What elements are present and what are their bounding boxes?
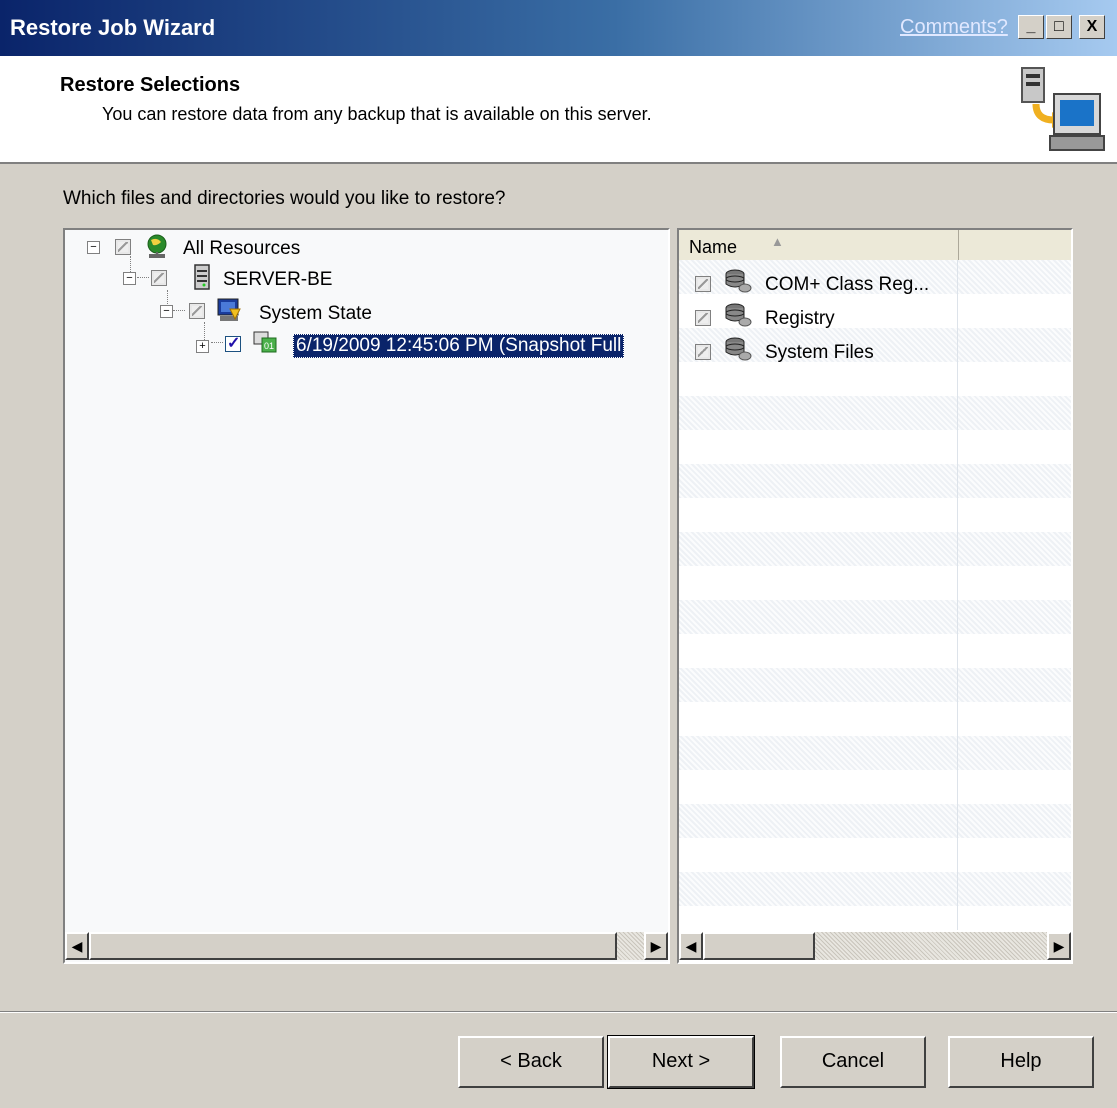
database-icon xyxy=(725,269,752,293)
tree-horizontal-scrollbar[interactable]: ◀ ▶ xyxy=(65,932,668,960)
restore-question: Which files and directories would you li… xyxy=(63,188,506,209)
minimize-button[interactable]: _ xyxy=(1018,15,1044,39)
tree-checkbox[interactable] xyxy=(151,270,167,286)
globe-icon xyxy=(147,234,167,258)
sort-ascending-icon: ▲ xyxy=(771,234,784,249)
tree-checkbox[interactable] xyxy=(189,303,205,319)
list-item[interactable]: Registry xyxy=(679,302,1071,336)
maximize-button[interactable]: □ xyxy=(1046,15,1072,39)
scrollbar-thumb[interactable] xyxy=(89,932,617,960)
scroll-left-icon[interactable]: ◀ xyxy=(65,932,89,960)
collapse-icon[interactable]: − xyxy=(123,272,136,285)
svg-text:01: 01 xyxy=(264,341,274,351)
comments-link[interactable]: Comments? xyxy=(900,16,1008,39)
footer-separator xyxy=(0,1011,1117,1013)
restore-computer-icon xyxy=(1021,67,1105,151)
help-button[interactable]: Help xyxy=(948,1036,1094,1088)
tree-node-label: System State xyxy=(259,303,372,324)
list-header: Name ▲ xyxy=(679,230,1071,261)
expand-icon[interactable]: + xyxy=(196,340,209,353)
list-horizontal-scrollbar[interactable]: ◀ ▶ xyxy=(679,932,1071,960)
contents-list[interactable]: Name ▲ COM+ Class Reg... Registry System… xyxy=(677,228,1073,964)
list-item-label: COM+ Class Reg... xyxy=(765,274,930,295)
close-button[interactable]: X xyxy=(1079,15,1105,39)
wizard-header: Restore Selections You can restore data … xyxy=(0,56,1117,164)
scroll-right-icon[interactable]: ▶ xyxy=(644,932,668,960)
list-checkbox[interactable] xyxy=(695,344,711,360)
backup-set-icon: 01 xyxy=(253,331,277,353)
next-button[interactable]: Next > xyxy=(607,1035,755,1089)
scroll-right-icon[interactable]: ▶ xyxy=(1047,932,1071,960)
list-checkbox[interactable] xyxy=(695,276,711,292)
database-icon xyxy=(725,337,752,361)
page-subtitle: You can restore data from any backup tha… xyxy=(102,104,652,124)
tree-node-label: All Resources xyxy=(183,238,301,259)
column-header-name[interactable]: Name ▲ xyxy=(679,230,959,260)
resource-tree[interactable]: − All Resources − SERVER-BE − System Sta… xyxy=(63,228,670,964)
list-checkbox[interactable] xyxy=(695,310,711,326)
collapse-icon[interactable]: − xyxy=(87,241,100,254)
page-title: Restore Selections xyxy=(60,74,241,96)
system-state-icon xyxy=(217,298,241,321)
database-icon xyxy=(725,303,752,327)
list-item[interactable]: System Files xyxy=(679,336,1071,370)
window-title: Restore Job Wizard xyxy=(10,15,216,40)
title-bar: Restore Job Wizard Comments? _ □ X xyxy=(0,0,1117,56)
tree-node-label: 6/19/2009 12:45:06 PM (Snapshot Full xyxy=(293,334,625,358)
collapse-icon[interactable]: − xyxy=(160,305,173,318)
back-button[interactable]: < Back xyxy=(458,1036,604,1088)
list-item-label: Registry xyxy=(765,308,835,329)
scrollbar-thumb[interactable] xyxy=(703,932,815,960)
column-header-empty[interactable] xyxy=(959,230,1071,260)
tree-checkbox[interactable] xyxy=(225,333,241,353)
server-icon xyxy=(194,264,210,290)
tree-node-label: SERVER-BE xyxy=(223,269,333,290)
list-item-label: System Files xyxy=(765,342,874,363)
tree-checkbox[interactable] xyxy=(115,239,131,255)
list-item[interactable]: COM+ Class Reg... xyxy=(679,268,1071,302)
scroll-left-icon[interactable]: ◀ xyxy=(679,932,703,960)
cancel-button[interactable]: Cancel xyxy=(780,1036,926,1088)
